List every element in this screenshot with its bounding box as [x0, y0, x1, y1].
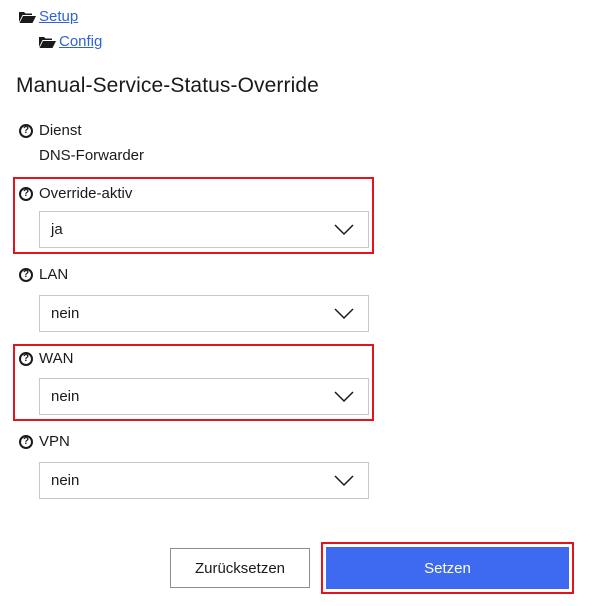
help-icon[interactable]: ?: [19, 186, 33, 201]
dienst-value: DNS-Forwarder: [39, 147, 145, 164]
override-aktiv-label-text: Override-aktiv: [39, 185, 133, 202]
page-title: Manual-Service-Status-Override: [16, 74, 319, 97]
wan-label-text: WAN: [39, 350, 74, 367]
vpn-label-text: VPN: [39, 433, 70, 450]
lan-select[interactable]: nein: [39, 295, 369, 332]
help-icon[interactable]: ?: [19, 434, 33, 449]
wan-select[interactable]: nein: [39, 378, 369, 415]
breadcrumb-link-setup[interactable]: Setup: [39, 8, 78, 25]
chevron-down-icon: [334, 224, 354, 236]
chevron-down-icon: [334, 308, 354, 320]
chevron-down-icon: [334, 391, 354, 403]
folder-open-icon: [19, 11, 36, 23]
vpn-label: ? VPN: [19, 433, 70, 450]
override-aktiv-select-value: ja: [51, 221, 63, 238]
wan-label: ? WAN: [19, 350, 73, 367]
vpn-select-value: nein: [51, 472, 80, 489]
submit-button[interactable]: Setzen: [326, 547, 569, 589]
help-icon[interactable]: ?: [19, 351, 33, 366]
lan-select-value: nein: [51, 305, 80, 322]
lan-label: ? LAN: [19, 266, 68, 283]
lan-label-text: LAN: [39, 266, 69, 283]
dienst-label: ? Dienst: [19, 122, 82, 139]
dienst-label-text: Dienst: [39, 122, 82, 139]
chevron-down-icon: [334, 475, 354, 487]
vpn-select[interactable]: nein: [39, 462, 369, 499]
help-icon[interactable]: ?: [19, 267, 33, 282]
breadcrumb-link-config[interactable]: Config: [59, 33, 102, 50]
breadcrumb-item-setup[interactable]: Setup: [19, 8, 78, 25]
help-icon[interactable]: ?: [19, 123, 33, 138]
override-aktiv-label: ? Override-aktiv: [19, 185, 132, 202]
wan-select-value: nein: [51, 388, 80, 405]
override-aktiv-select[interactable]: ja: [39, 211, 369, 248]
breadcrumb-item-config[interactable]: Config: [39, 33, 102, 50]
folder-open-icon: [39, 36, 56, 48]
reset-button[interactable]: Zurücksetzen: [170, 548, 310, 588]
